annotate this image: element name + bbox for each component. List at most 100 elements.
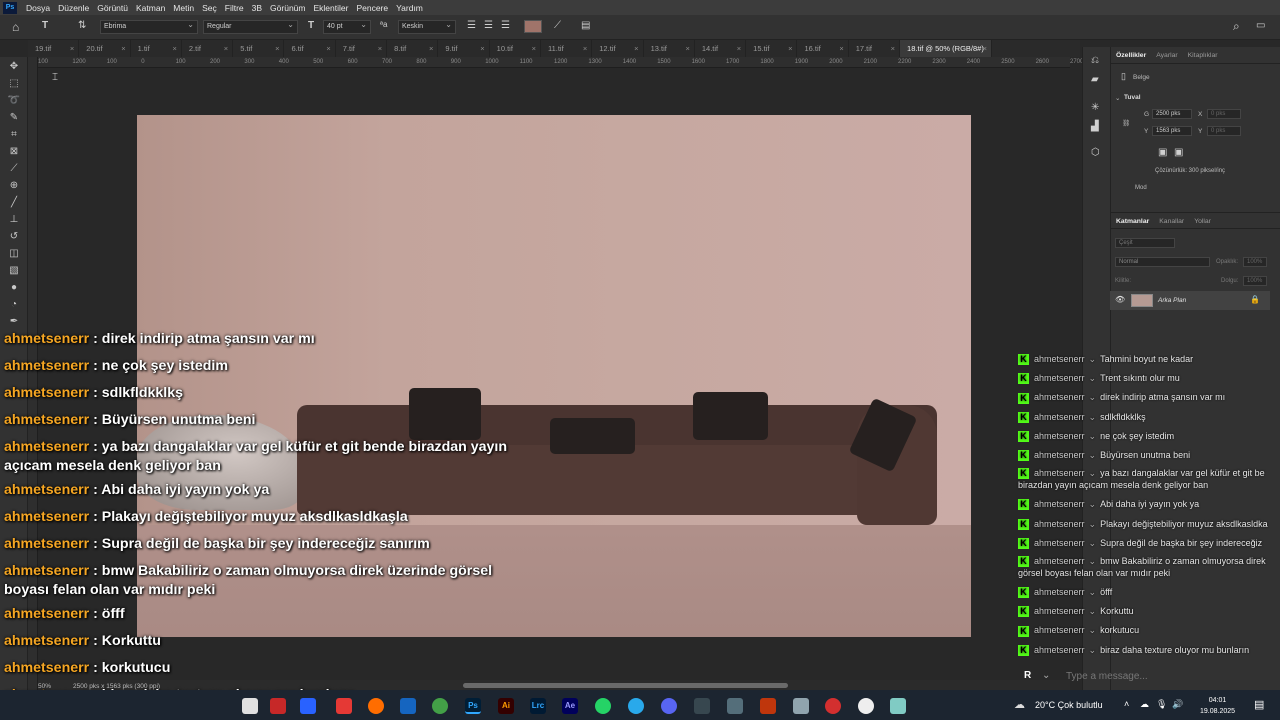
close-icon[interactable]: × <box>737 40 741 57</box>
tray-icon[interactable]: ☁ <box>1140 699 1149 710</box>
close-icon[interactable]: × <box>70 40 74 57</box>
after-effects-taskbar-icon[interactable]: Ae <box>562 698 578 714</box>
y-field[interactable]: 0 pks <box>1207 126 1241 136</box>
tab-15[interactable]: 15.tif × <box>746 40 798 57</box>
history-icon[interactable]: ⎌ <box>1091 55 1099 66</box>
menu-file[interactable]: Dosya <box>22 3 54 13</box>
chat-input-bar[interactable]: R ⌄ Type a message... <box>1020 669 1280 687</box>
align-center-icon[interactable]: ☰ <box>484 20 493 31</box>
close-icon[interactable]: × <box>224 40 228 57</box>
close-icon[interactable]: × <box>891 40 895 57</box>
tab-14[interactable]: 14.tif × <box>695 40 747 57</box>
close-icon[interactable]: × <box>634 40 638 57</box>
tab-5[interactable]: 5.tif × <box>233 40 285 57</box>
history-brush-tool-icon[interactable]: ↺ <box>7 230 21 244</box>
close-icon[interactable]: × <box>378 40 382 57</box>
tab-6[interactable]: 6.tif × <box>284 40 336 57</box>
tab-13[interactable]: 13.tif × <box>644 40 695 57</box>
chevron-down-icon[interactable]: ⌄ <box>1115 94 1120 102</box>
comments-icon[interactable]: ▰ <box>1091 74 1099 85</box>
marquee-tool-icon[interactable]: ⬚ <box>7 77 21 91</box>
chevron-up-icon[interactable]: ˄ <box>1124 699 1129 709</box>
app-icon[interactable] <box>432 698 448 714</box>
close-icon[interactable]: × <box>532 40 536 57</box>
menu-help[interactable]: Yardım <box>392 3 427 13</box>
dodge-tool-icon[interactable]: ◔ <box>7 298 21 312</box>
tab-1[interactable]: 1.tif × <box>131 40 182 57</box>
layer-filter-field[interactable]: Çeşit <box>1115 238 1175 248</box>
lasso-tool-icon[interactable]: ➰ <box>7 94 21 108</box>
workspace-icon[interactable]: ▭ <box>1256 20 1265 31</box>
weather-text[interactable]: 20°C Çok bulutlu <box>1035 700 1103 710</box>
menu-filter[interactable]: Filtre <box>221 3 248 13</box>
microphone-icon[interactable]: 🎙 <box>1156 699 1167 710</box>
tab-8[interactable]: 8.tif × <box>387 40 439 57</box>
levels-icon[interactable]: ▟ <box>1091 121 1099 132</box>
photoshop-taskbar-icon[interactable]: Ps <box>465 698 481 714</box>
character-panel-icon[interactable]: ▤ <box>581 20 590 31</box>
3d-icon[interactable]: ⬡ <box>1091 147 1100 158</box>
tab-20[interactable]: 20.tif × <box>79 40 131 57</box>
discord-icon[interactable] <box>661 698 677 714</box>
opacity-field[interactable]: 100% <box>1243 257 1267 267</box>
crop-tool-icon[interactable]: ⌗ <box>7 128 21 142</box>
blur-tool-icon[interactable]: ● <box>7 281 21 295</box>
close-icon[interactable]: × <box>121 40 125 57</box>
text-orientation-icon[interactable]: ⇅ <box>78 20 86 31</box>
adjustments-icon[interactable]: ✳ <box>1091 102 1099 113</box>
text-color-swatch[interactable] <box>524 20 542 33</box>
move-tool-icon[interactable]: ✥ <box>7 60 21 74</box>
app-icon[interactable] <box>368 698 384 714</box>
illustrator-taskbar-icon[interactable]: Ai <box>498 698 514 714</box>
app-icon[interactable] <box>760 698 776 714</box>
menu-image[interactable]: Görüntü <box>93 3 132 13</box>
close-icon[interactable]: × <box>839 40 843 57</box>
align-left-icon[interactable]: ☰ <box>467 20 476 31</box>
tab-11[interactable]: 11.tif × <box>541 40 593 57</box>
menu-plugins[interactable]: Eklentiler <box>309 3 352 13</box>
app-icon[interactable] <box>300 698 316 714</box>
calculator-icon[interactable] <box>727 698 743 714</box>
tab-7[interactable]: 7.tif × <box>336 40 388 57</box>
fill-field[interactable]: 100% <box>1243 276 1267 286</box>
tab-paths[interactable]: Yollar <box>1189 213 1216 228</box>
link-icon[interactable]: ⛓ <box>1122 119 1130 127</box>
telegram-icon[interactable] <box>628 698 644 714</box>
frame-tool-icon[interactable]: ⊠ <box>7 145 21 159</box>
eye-icon[interactable]: 👁 <box>1115 295 1125 304</box>
app-icon[interactable] <box>400 698 416 714</box>
app-icon[interactable] <box>825 698 841 714</box>
chevron-down-icon[interactable]: ⌄ <box>1042 670 1050 681</box>
menu-edit[interactable]: Düzenle <box>54 3 93 13</box>
close-icon[interactable]: × <box>275 40 279 57</box>
eyedropper-tool-icon[interactable]: ⟋ <box>7 162 21 176</box>
close-icon[interactable]: × <box>685 40 689 57</box>
tab-adjustments[interactable]: Ayarlar <box>1151 47 1182 63</box>
app-icon[interactable] <box>242 698 258 714</box>
width-field[interactable]: 2500 pks <box>1152 109 1192 119</box>
height-field[interactable]: 1563 pks <box>1152 126 1192 136</box>
app-icon[interactable] <box>336 698 352 714</box>
app-icon[interactable] <box>793 698 809 714</box>
type-tool-icon[interactable]: T <box>42 20 48 31</box>
tab-12[interactable]: 12.tif × <box>592 40 644 57</box>
eraser-tool-icon[interactable]: ◫ <box>7 247 21 261</box>
menu-window[interactable]: Pencere <box>352 3 392 13</box>
close-icon[interactable]: × <box>788 40 792 57</box>
app-icon[interactable] <box>270 698 286 714</box>
font-family-select[interactable]: Ebrima <box>100 19 198 34</box>
whatsapp-icon[interactable] <box>595 698 611 714</box>
antialias-select[interactable]: Keskin <box>398 19 456 34</box>
tab-2[interactable]: 2.tif × <box>182 40 234 57</box>
portrait-icon[interactable]: ▣ <box>1158 147 1167 158</box>
tab-10[interactable]: 10.tif × <box>490 40 541 57</box>
close-icon[interactable]: × <box>583 40 587 57</box>
close-icon[interactable]: × <box>983 40 987 57</box>
volume-icon[interactable]: 🔊 <box>1172 699 1183 710</box>
warp-text-icon[interactable]: ⟋ <box>554 20 561 31</box>
home-icon[interactable]: ⌂ <box>12 20 19 34</box>
stamp-tool-icon[interactable]: ⊥ <box>7 213 21 227</box>
menu-select[interactable]: Seç <box>198 3 221 13</box>
align-right-icon[interactable]: ☰ <box>501 20 510 31</box>
tab-layers[interactable]: Katmanlar <box>1111 213 1154 228</box>
